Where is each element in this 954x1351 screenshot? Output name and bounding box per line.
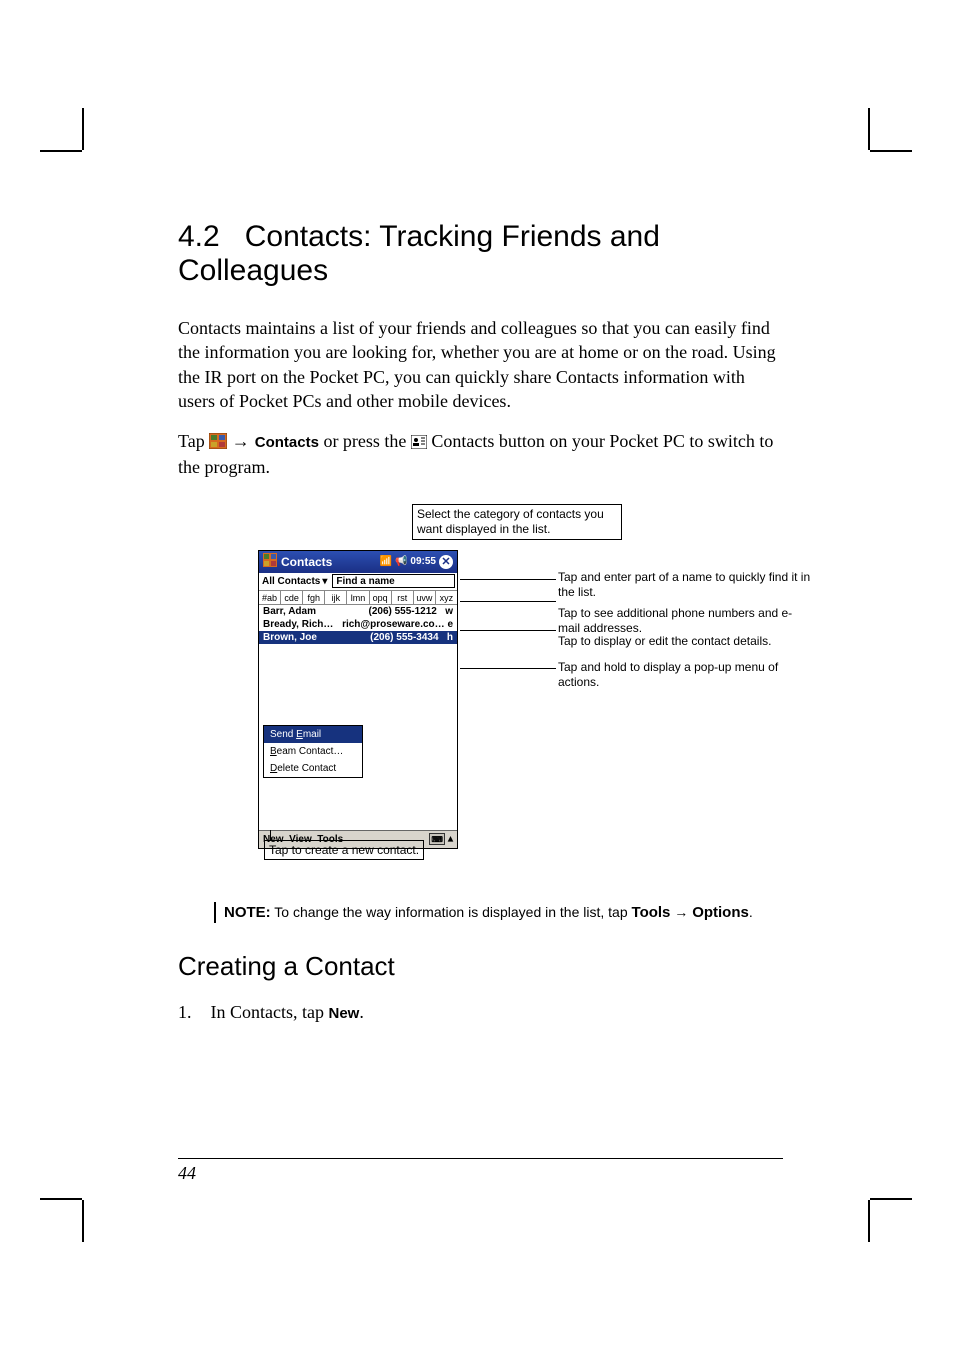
contact-tag[interactable]: e bbox=[447, 619, 453, 630]
clock[interactable]: 09:55 bbox=[410, 556, 436, 567]
crop-mark bbox=[868, 108, 870, 150]
contact-value: rich@proseware.co… bbox=[342, 619, 445, 630]
find-name-input[interactable]: Find a name bbox=[332, 574, 455, 588]
contact-tag[interactable]: w bbox=[445, 606, 453, 617]
pocketpc-screenshot: Contacts 📶 📢 09:55 ✕ All Contacts ▾ Find… bbox=[258, 550, 458, 849]
callout-details: Tap to display or edit the contact detai… bbox=[558, 634, 808, 649]
contact-row-selected[interactable]: Brown, Joe (206) 555-3434 h bbox=[259, 631, 457, 644]
context-menu: Send Email Beam Contact… Delete Contact bbox=[263, 725, 363, 778]
callout-expand: Tap to see additional phone numbers and … bbox=[558, 606, 798, 636]
menu-options: Options bbox=[692, 904, 749, 921]
text: Tap bbox=[178, 431, 209, 451]
section-number: 4.2 bbox=[178, 220, 220, 253]
note-block: NOTE: To change the way information is d… bbox=[214, 902, 783, 923]
contact-row[interactable]: Barr, Adam (206) 555-1212 w bbox=[259, 605, 457, 618]
text: or press the bbox=[323, 431, 410, 451]
crop-mark bbox=[870, 1198, 912, 1200]
alpha-tab[interactable]: xyz bbox=[436, 591, 457, 604]
menu-item-delete[interactable]: Delete Contact bbox=[264, 760, 362, 777]
contact-list: Barr, Adam (206) 555-1212 w Bready, Rich… bbox=[259, 605, 457, 830]
ppc-titlebar[interactable]: Contacts 📶 📢 09:55 ✕ bbox=[259, 551, 457, 573]
contact-name: Brown, Joe bbox=[263, 632, 317, 643]
lead-line bbox=[460, 630, 556, 631]
crop-mark bbox=[870, 150, 912, 152]
arrow-icon: → bbox=[232, 431, 255, 451]
step-number: 1. bbox=[178, 1002, 206, 1023]
contact-name: Barr, Adam bbox=[263, 606, 316, 617]
section-title: Contacts: Tracking Friends and Colleague… bbox=[178, 220, 660, 287]
callout-popup: Tap and hold to display a pop-up menu of… bbox=[558, 660, 808, 690]
contact-value: (206) 555-1212 bbox=[368, 606, 436, 617]
section-heading: 4.2 Contacts: Tracking Friends and Colle… bbox=[178, 220, 783, 288]
menu-new: New bbox=[328, 1005, 359, 1022]
callout-category: Select the category of contacts you want… bbox=[412, 504, 622, 540]
note-label: NOTE: bbox=[224, 904, 271, 921]
alpha-tab[interactable]: rst bbox=[392, 591, 414, 604]
keyboard-icon[interactable]: ⌨ bbox=[429, 833, 445, 845]
text: . bbox=[359, 1002, 364, 1022]
alpha-tab[interactable]: uvw bbox=[414, 591, 436, 604]
callout-text: Select the category of contacts you want… bbox=[412, 504, 622, 540]
ppc-filter-row: All Contacts ▾ Find a name bbox=[259, 573, 457, 591]
launch-paragraph: Tap → Contacts or press the Contacts but… bbox=[178, 429, 783, 480]
callout-find: Tap and enter part of a name to quickly … bbox=[558, 570, 818, 600]
lead-line bbox=[460, 579, 556, 580]
contact-row[interactable]: Bready, Rich… rich@proseware.co… e bbox=[259, 618, 457, 631]
text: . bbox=[749, 904, 753, 920]
subsection-heading: Creating a Contact bbox=[178, 951, 783, 982]
contacts-button-icon bbox=[411, 431, 427, 455]
lead-line bbox=[270, 830, 271, 840]
text: In Contacts, tap bbox=[211, 1002, 329, 1022]
alpha-index[interactable]: #ab cde fgh ijk lmn opq rst uvw xyz bbox=[259, 591, 457, 605]
alpha-tab[interactable]: ijk bbox=[325, 591, 347, 604]
lead-line bbox=[460, 601, 556, 602]
menu-item-send-email[interactable]: Send Email bbox=[264, 726, 362, 743]
page-number: 44 bbox=[178, 1158, 783, 1184]
ppc-title-text: Contacts bbox=[281, 555, 332, 569]
chevron-down-icon: ▾ bbox=[322, 576, 327, 587]
contact-value: (206) 555-3434 bbox=[370, 632, 438, 643]
arrow-icon: → bbox=[670, 904, 692, 920]
start-icon[interactable] bbox=[263, 553, 277, 570]
contact-name: Bready, Rich… bbox=[263, 619, 333, 630]
alpha-tab[interactable]: opq bbox=[370, 591, 392, 604]
callout-new: Tap to create a new contact. bbox=[264, 840, 424, 860]
category-filter[interactable]: All Contacts ▾ bbox=[259, 576, 330, 587]
menu-tools: Tools bbox=[632, 904, 671, 921]
crop-mark bbox=[40, 1198, 82, 1200]
start-icon bbox=[209, 431, 227, 455]
filter-label: All Contacts bbox=[262, 576, 320, 587]
menu-item-beam[interactable]: Beam Contact… bbox=[264, 743, 362, 760]
connectivity-icon[interactable]: 📶 bbox=[380, 556, 392, 567]
menu-contacts: Contacts bbox=[255, 434, 319, 451]
crop-mark bbox=[82, 108, 84, 150]
figure: Select the category of contacts you want… bbox=[258, 508, 783, 878]
close-icon[interactable]: ✕ bbox=[439, 555, 453, 569]
alpha-tab[interactable]: lmn bbox=[347, 591, 369, 604]
alpha-tab[interactable]: #ab bbox=[259, 591, 281, 604]
speaker-icon[interactable]: 📢 bbox=[395, 556, 407, 567]
contact-tag[interactable]: h bbox=[447, 632, 453, 643]
chevron-up-icon[interactable]: ▴ bbox=[448, 834, 453, 845]
lead-line bbox=[460, 668, 556, 669]
crop-mark bbox=[82, 1200, 84, 1242]
intro-paragraph: Contacts maintains a list of your friend… bbox=[178, 316, 783, 413]
text: To change the way information is display… bbox=[271, 904, 632, 920]
step-1: 1. In Contacts, tap New. bbox=[178, 1002, 783, 1023]
crop-mark bbox=[40, 150, 82, 152]
crop-mark bbox=[868, 1200, 870, 1242]
alpha-tab[interactable]: fgh bbox=[303, 591, 325, 604]
alpha-tab[interactable]: cde bbox=[281, 591, 303, 604]
